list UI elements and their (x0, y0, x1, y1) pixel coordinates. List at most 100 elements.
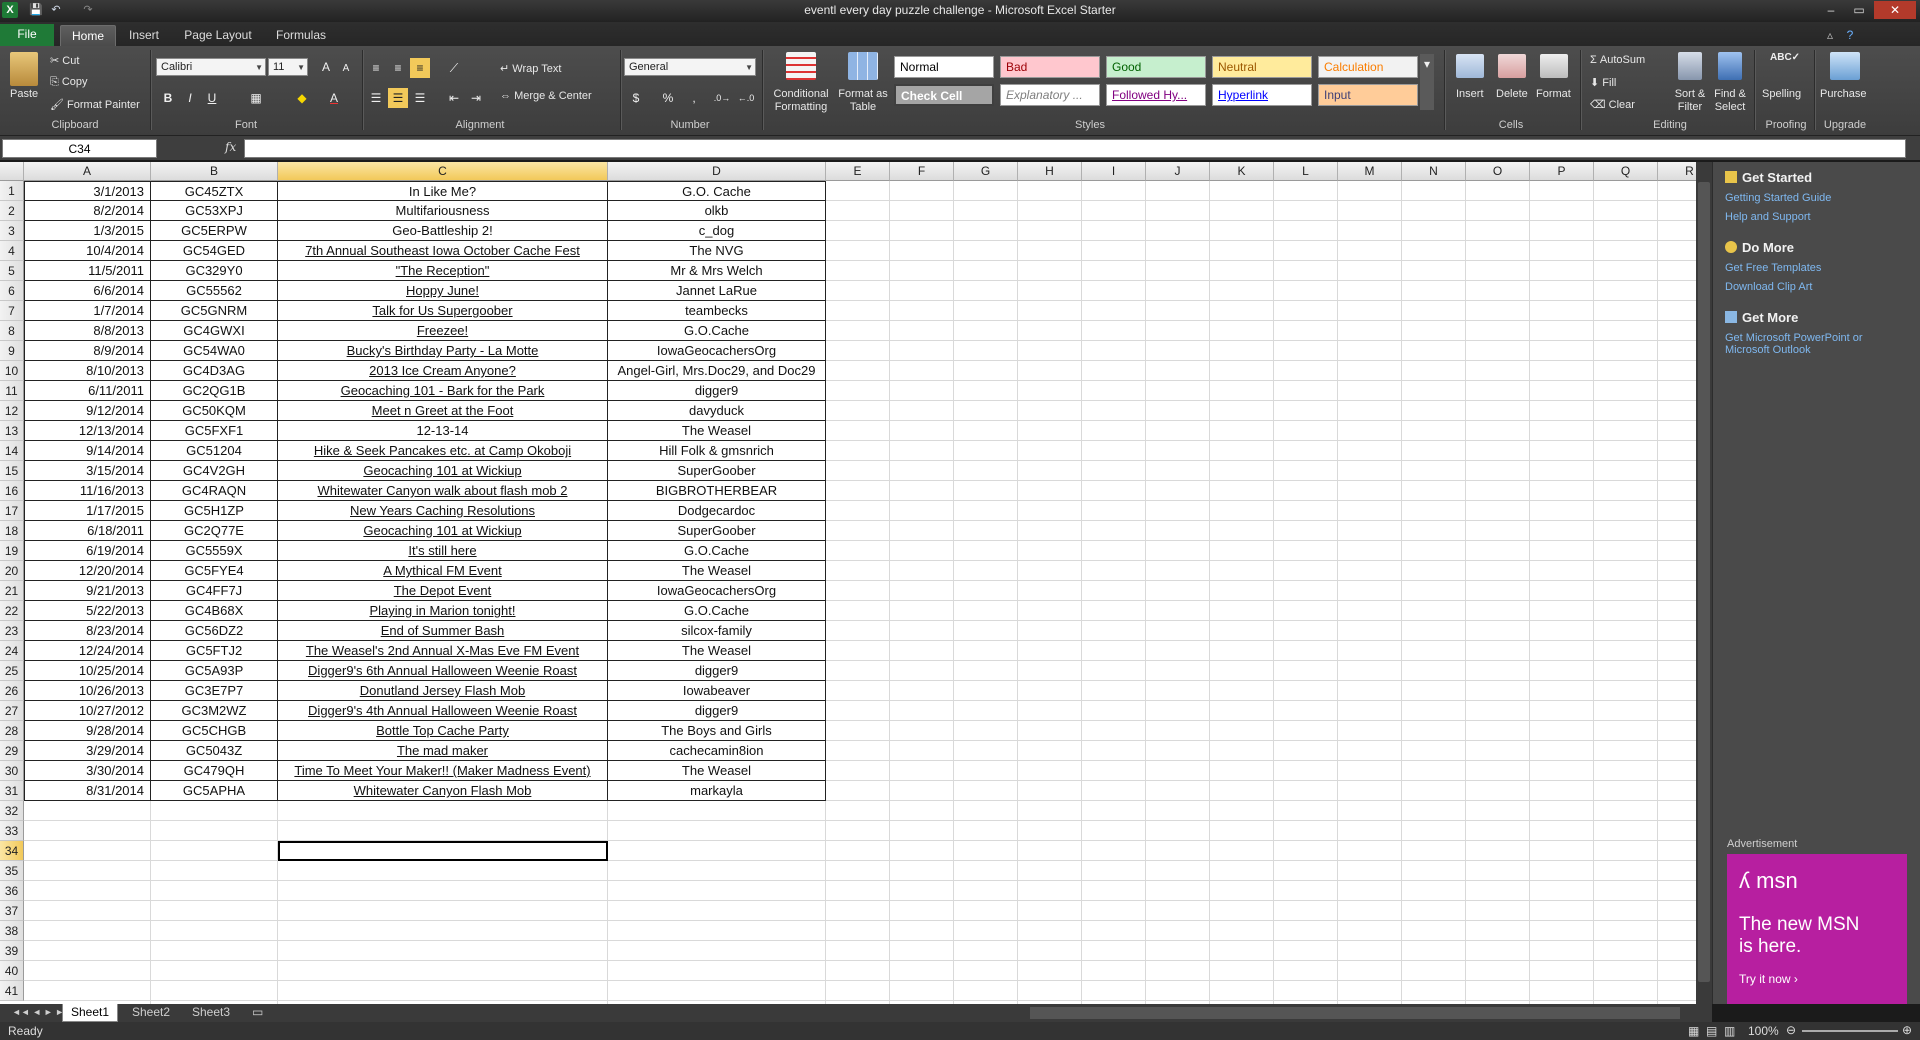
decrease-indent-icon[interactable]: ⇤ (444, 88, 464, 108)
owner-cell[interactable]: G.O.Cache (608, 541, 826, 561)
gc-code-cell[interactable]: GC5043Z (151, 741, 278, 761)
column-header-m[interactable]: M (1338, 162, 1402, 181)
grow-font-icon[interactable]: A (316, 57, 336, 77)
date-cell[interactable]: 11/16/2013 (24, 481, 151, 501)
styles-more-icon[interactable]: ▾ (1420, 54, 1434, 110)
event-name-cell[interactable]: The Depot Event (278, 581, 608, 601)
orientation-icon[interactable]: ⟋ (444, 58, 464, 78)
vertical-scrollbar[interactable] (1696, 162, 1712, 1004)
date-cell[interactable]: 8/9/2014 (24, 341, 151, 361)
row-header[interactable]: 15 (0, 461, 24, 481)
zoom-out-icon[interactable]: ⊖ (1786, 1023, 1796, 1037)
view-page-layout-icon[interactable]: ▤ (1706, 1024, 1717, 1038)
formula-input[interactable] (244, 139, 1906, 158)
row-header[interactable]: 9 (0, 341, 24, 361)
owner-cell[interactable]: Iowabeaver (608, 681, 826, 701)
borders-icon[interactable]: ▦ (246, 88, 266, 108)
date-cell[interactable]: 8/2/2014 (24, 201, 151, 221)
shrink-font-icon[interactable]: A (336, 59, 356, 79)
column-header-h[interactable]: H (1018, 162, 1082, 181)
name-box[interactable]: C34 (2, 139, 157, 158)
owner-cell[interactable]: BIGBROTHERBEAR (608, 481, 826, 501)
event-name-cell[interactable]: Multifariousness (278, 201, 608, 221)
row-header[interactable]: 22 (0, 601, 24, 621)
date-cell[interactable]: 8/10/2013 (24, 361, 151, 381)
date-cell[interactable]: 6/6/2014 (24, 281, 151, 301)
date-cell[interactable]: 12/20/2014 (24, 561, 151, 581)
event-name-cell[interactable]: Geocaching 101 at Wickiup (278, 521, 608, 541)
cut-button[interactable]: ✂ Cut (50, 54, 79, 67)
font-name-dropdown[interactable]: Calibri ▼ (156, 58, 266, 76)
column-header-d[interactable]: D (608, 162, 826, 181)
get-office-apps-link[interactable]: Get Microsoft PowerPoint or Microsoft Ou… (1725, 332, 1910, 356)
column-header-q[interactable]: Q (1594, 162, 1658, 181)
event-name-cell[interactable]: Geo-Battleship 2! (278, 221, 608, 241)
owner-cell[interactable]: Mr & Mrs Welch (608, 261, 826, 281)
align-bottom-icon[interactable]: ≡ (410, 58, 430, 78)
event-name-cell[interactable]: Talk for Us Supergoober (278, 301, 608, 321)
column-header-o[interactable]: O (1466, 162, 1530, 181)
event-name-cell[interactable]: Playing in Marion tonight! (278, 601, 608, 621)
date-cell[interactable]: 6/19/2014 (24, 541, 151, 561)
row-header[interactable]: 39 (0, 941, 24, 961)
gc-code-cell[interactable]: GC50KQM (151, 401, 278, 421)
row-header[interactable]: 7 (0, 301, 24, 321)
owner-cell[interactable]: cachecamin8ion (608, 741, 826, 761)
fill-button[interactable]: ⬇ Fill (1590, 76, 1616, 89)
purchase-button[interactable]: Purchase (1820, 88, 1866, 100)
paste-icon[interactable] (10, 52, 38, 86)
maximize-button[interactable]: ▭ (1846, 1, 1872, 19)
row-header[interactable]: 11 (0, 381, 24, 401)
help-icon[interactable]: ? (1842, 25, 1858, 46)
autosum-button[interactable]: Σ AutoSum (1590, 54, 1645, 66)
gc-code-cell[interactable]: GC4RAQN (151, 481, 278, 501)
row-header[interactable]: 38 (0, 921, 24, 941)
owner-cell[interactable]: SuperGoober (608, 461, 826, 481)
zoom-level[interactable]: 100% (1748, 1024, 1779, 1038)
event-name-cell[interactable]: Meet n Greet at the Foot (278, 401, 608, 421)
row-header[interactable]: 21 (0, 581, 24, 601)
gc-code-cell[interactable]: GC56DZ2 (151, 621, 278, 641)
find-select-button[interactable]: Find & Select (1710, 88, 1750, 114)
increase-indent-icon[interactable]: ⇥ (466, 88, 486, 108)
percent-button[interactable]: % (658, 88, 678, 108)
event-name-cell[interactable]: New Years Caching Resolutions (278, 501, 608, 521)
date-cell[interactable]: 1/3/2015 (24, 221, 151, 241)
gc-code-cell[interactable]: GC479QH (151, 761, 278, 781)
owner-cell[interactable]: digger9 (608, 701, 826, 721)
sort-filter-button[interactable]: Sort & Filter (1670, 88, 1710, 114)
column-header-b[interactable]: B (151, 162, 278, 181)
cell-style-normal[interactable]: Normal (894, 56, 994, 78)
row-header[interactable]: 5 (0, 261, 24, 281)
event-name-cell[interactable]: Whitewater Canyon walk about flash mob 2 (278, 481, 608, 501)
row-header[interactable]: 31 (0, 781, 24, 801)
gc-code-cell[interactable]: GC4D3AG (151, 361, 278, 381)
date-cell[interactable]: 3/1/2013 (24, 181, 151, 201)
italic-button[interactable]: I (180, 88, 200, 108)
gc-code-cell[interactable]: GC3E7P7 (151, 681, 278, 701)
clear-button[interactable]: ⌫ Clear (1590, 98, 1635, 111)
date-cell[interactable]: 3/15/2014 (24, 461, 151, 481)
gc-code-cell[interactable]: GC55562 (151, 281, 278, 301)
event-name-cell[interactable]: In Like Me? (278, 181, 608, 201)
align-top-icon[interactable]: ≡ (366, 58, 386, 78)
row-header[interactable]: 17 (0, 501, 24, 521)
gc-code-cell[interactable]: GC5559X (151, 541, 278, 561)
active-cell-cursor[interactable] (278, 841, 608, 861)
event-name-cell[interactable]: Donutland Jersey Flash Mob (278, 681, 608, 701)
view-normal-icon[interactable]: ▦ (1688, 1024, 1699, 1038)
owner-cell[interactable]: The Weasel (608, 641, 826, 661)
tab-file[interactable]: File (0, 24, 54, 46)
row-header[interactable]: 28 (0, 721, 24, 741)
date-cell[interactable]: 9/21/2013 (24, 581, 151, 601)
date-cell[interactable]: 10/26/2013 (24, 681, 151, 701)
vertical-scroll-thumb[interactable] (1698, 182, 1710, 982)
event-name-cell[interactable]: Geocaching 101 - Bark for the Park (278, 381, 608, 401)
close-button[interactable]: ✕ (1874, 1, 1916, 19)
column-header-p[interactable]: P (1530, 162, 1594, 181)
date-cell[interactable]: 10/25/2014 (24, 661, 151, 681)
event-name-cell[interactable]: Hoppy June! (278, 281, 608, 301)
gc-code-cell[interactable]: GC2Q77E (151, 521, 278, 541)
event-name-cell[interactable]: Bottle Top Cache Party (278, 721, 608, 741)
event-name-cell[interactable]: Whitewater Canyon Flash Mob (278, 781, 608, 801)
